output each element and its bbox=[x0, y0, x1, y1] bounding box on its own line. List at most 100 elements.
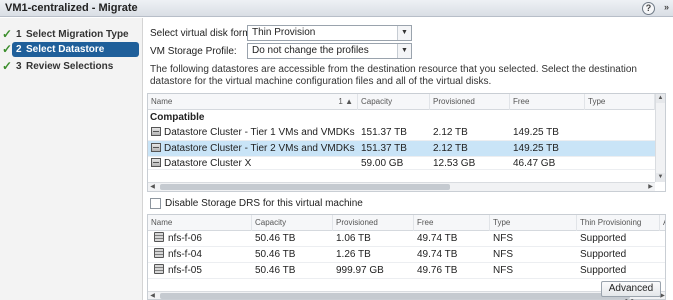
table-row[interactable]: Datastore Cluster - Tier 1 VMs and VMDKs… bbox=[148, 125, 655, 141]
disable-drs-label: Disable Storage DRS for this virtual mac… bbox=[165, 198, 363, 209]
storage-profile-select[interactable]: Do not change the profiles ▼ bbox=[247, 43, 412, 59]
provisioned-cell: 999.97 GB bbox=[336, 265, 384, 276]
step-label: Select Migration Type bbox=[26, 29, 129, 40]
scrollbar-thumb[interactable] bbox=[160, 184, 450, 190]
free-cell: 149.25 TB bbox=[513, 127, 559, 138]
capacity-cell: 50.46 TB bbox=[255, 233, 296, 244]
chevron-down-icon[interactable]: ▼ bbox=[397, 44, 411, 58]
column-header-more: A bbox=[660, 215, 665, 231]
scrollbar-thumb[interactable] bbox=[160, 293, 630, 299]
chevron-down-icon[interactable]: ▼ bbox=[397, 26, 411, 40]
datastore-name-cell: nfs-f-06 bbox=[151, 231, 252, 247]
capacity-cell: 59.00 GB bbox=[361, 158, 404, 169]
step-review-selections[interactable]: ✓ 3 Review Selections bbox=[0, 59, 140, 74]
type-cell: NFS bbox=[493, 249, 513, 260]
table-row[interactable]: nfs-f-06 50.46 TB 1.06 TB 49.74 TB NFS S… bbox=[148, 231, 665, 247]
thin-provisioning-cell: Supported bbox=[580, 249, 627, 260]
scroll-left-icon[interactable]: ◀ bbox=[148, 292, 157, 299]
datastore-icon bbox=[154, 248, 164, 258]
table-row[interactable]: nfs-f-05 50.46 TB 999.97 GB 49.76 TB NFS… bbox=[148, 263, 665, 279]
disable-drs-checkbox[interactable] bbox=[150, 198, 161, 209]
thin-provisioning-cell: Supported bbox=[580, 265, 627, 276]
step-number: 1 bbox=[16, 29, 22, 40]
datastore-cluster-icon bbox=[151, 127, 161, 136]
advanced-button[interactable]: Advanced >> bbox=[601, 281, 661, 300]
column-name-label: Name bbox=[151, 97, 173, 106]
disk-format-label: Select virtual disk format: bbox=[150, 28, 262, 39]
free-cell: 49.76 TB bbox=[417, 265, 458, 276]
title-bar: VM1-centralized - Migrate ? » bbox=[0, 0, 673, 17]
table-row[interactable]: nfs-f-04 50.46 TB 1.26 TB 49.74 TB NFS S… bbox=[148, 247, 665, 263]
thin-provisioning-cell: Supported bbox=[580, 233, 627, 244]
datastore-table-header: Name 1 ▲ Capacity Provisioned Free Type bbox=[148, 94, 655, 110]
column-header-type[interactable]: Type bbox=[490, 215, 577, 231]
table-row[interactable]: Datastore Cluster X 59.00 GB 12.53 GB 46… bbox=[148, 157, 655, 170]
datastore-name: nfs-f-04 bbox=[168, 249, 202, 260]
check-icon: ✓ bbox=[2, 27, 13, 41]
type-cell bbox=[585, 141, 655, 157]
disk-format-select[interactable]: Thin Provision ▼ bbox=[247, 25, 412, 41]
table-row-selected[interactable]: Datastore Cluster - Tier 2 VMs and VMDKs… bbox=[148, 141, 655, 157]
capacity-cell: 151.37 TB bbox=[361, 143, 407, 154]
column-header-provisioned[interactable]: Provisioned bbox=[333, 215, 414, 231]
column-header-capacity[interactable]: Capacity bbox=[252, 215, 333, 231]
datastore-name-cell: Datastore Cluster - Tier 2 VMs and VMDKs bbox=[148, 141, 358, 157]
disk-format-row: Select virtual disk format: Thin Provisi… bbox=[150, 25, 420, 41]
datastore-name-cell: Datastore Cluster X bbox=[148, 157, 358, 169]
sort-ascending-icon: 1 ▲ bbox=[338, 97, 353, 106]
provisioned-cell: 1.06 TB bbox=[336, 233, 371, 244]
datastore-icon bbox=[154, 264, 164, 274]
column-header-provisioned[interactable]: Provisioned bbox=[430, 94, 510, 110]
vertical-scrollbar[interactable]: ▲ ▼ bbox=[655, 94, 665, 182]
datastore-name-cell: nfs-f-04 bbox=[151, 247, 252, 263]
help-icon[interactable]: ? bbox=[642, 2, 655, 15]
datastore-name: Datastore Cluster - Tier 2 VMs and VMDKs bbox=[164, 143, 355, 154]
check-icon: ✓ bbox=[2, 42, 13, 56]
datastore-name-cell: Datastore Cluster - Tier 1 VMs and VMDKs bbox=[148, 125, 358, 141]
main-content: Select virtual disk format: Thin Provisi… bbox=[147, 18, 673, 300]
datastore-table: Name 1 ▲ Capacity Provisioned Free Type … bbox=[147, 93, 666, 192]
column-header-thin-provisioning[interactable]: Thin Provisioning bbox=[577, 215, 660, 231]
group-compatible: Compatible bbox=[150, 112, 205, 123]
provisioned-cell: 2.12 TB bbox=[433, 127, 468, 138]
step-label: Review Selections bbox=[26, 61, 114, 72]
step-number: 3 bbox=[16, 61, 22, 72]
step-select-datastore[interactable]: ✓ 2 Select Datastore bbox=[2, 42, 139, 57]
datastore-name: nfs-f-06 bbox=[168, 233, 202, 244]
wizard-steps: ✓ 1 Select Migration Type ✓ 2 Select Dat… bbox=[0, 18, 143, 300]
capacity-cell: 50.46 TB bbox=[255, 249, 296, 260]
datastore-description: The following datastores are accessible … bbox=[150, 64, 637, 87]
free-cell: 149.25 TB bbox=[513, 143, 559, 154]
scroll-up-icon[interactable]: ▲ bbox=[656, 94, 665, 103]
expand-icon[interactable]: » bbox=[664, 2, 669, 12]
type-cell: NFS bbox=[493, 233, 513, 244]
scroll-left-icon[interactable]: ◀ bbox=[148, 183, 157, 191]
step-select-migration-type[interactable]: ✓ 1 Select Migration Type bbox=[0, 27, 140, 42]
step-label: Select Datastore bbox=[26, 44, 105, 55]
column-header-name[interactable]: Name bbox=[148, 215, 252, 231]
free-cell: 46.47 GB bbox=[513, 158, 556, 169]
check-icon: ✓ bbox=[2, 59, 13, 73]
disk-format-value: Thin Provision bbox=[252, 27, 316, 38]
datastore-cluster-icon bbox=[151, 158, 161, 167]
datastore-name: Datastore Cluster X bbox=[164, 158, 252, 169]
horizontal-scrollbar[interactable]: ◀ ▶ bbox=[148, 182, 655, 191]
provisioned-cell: 2.12 TB bbox=[433, 143, 468, 154]
scroll-right-icon[interactable]: ▶ bbox=[646, 183, 655, 191]
column-header-capacity[interactable]: Capacity bbox=[358, 94, 430, 110]
provisioned-cell: 12.53 GB bbox=[433, 158, 476, 169]
datastore-name: nfs-f-05 bbox=[168, 265, 202, 276]
column-header-name[interactable]: Name 1 ▲ bbox=[148, 94, 358, 110]
column-header-type[interactable]: Type bbox=[585, 94, 655, 110]
free-cell: 49.74 TB bbox=[417, 249, 458, 260]
horizontal-scrollbar[interactable]: ◀ ▶ bbox=[148, 291, 665, 299]
window-title: VM1-centralized - Migrate bbox=[5, 2, 138, 14]
datastore-name-cell: nfs-f-05 bbox=[151, 263, 252, 279]
column-header-free[interactable]: Free bbox=[414, 215, 490, 231]
column-header-free[interactable]: Free bbox=[510, 94, 585, 110]
type-cell bbox=[585, 125, 655, 141]
step-number: 2 bbox=[16, 44, 22, 55]
storage-profile-row: VM Storage Profile: Do not change the pr… bbox=[150, 43, 420, 59]
type-cell bbox=[585, 157, 655, 169]
scroll-down-icon[interactable]: ▼ bbox=[656, 173, 665, 182]
